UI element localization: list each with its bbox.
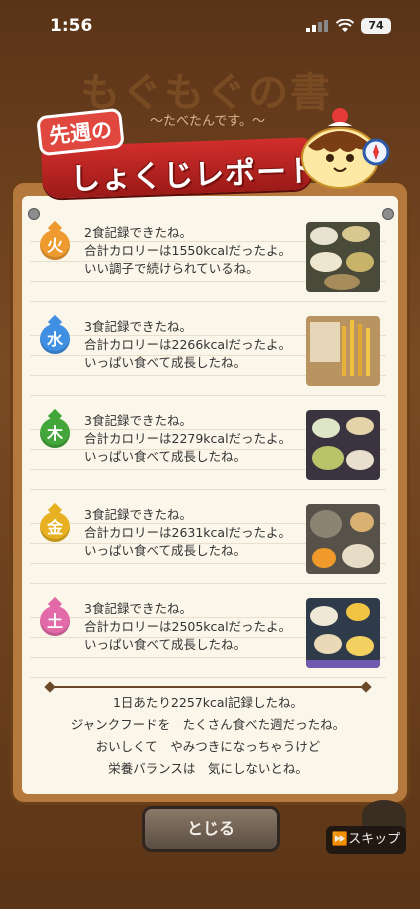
status-bar: 1:56 74 [0, 0, 420, 48]
summary-line: ジャンクフードを たくさん食べた週だったね。 [70, 717, 346, 732]
weekly-summary: 1日あたり2257kcal記録したね。 ジャンクフードを たくさん食べた週だった… [30, 686, 386, 786]
entry-text: 3食記録できたね。 合計カロリーは2505kcalだったよ。 いっぱい食べて成長… [84, 600, 291, 654]
day-badge: 火 [40, 220, 70, 264]
close-button[interactable]: とじる [142, 806, 280, 852]
day-badge: 金 [40, 502, 70, 546]
day-label: 金 [40, 512, 70, 542]
day-entry-fri: 金 3食記録できたね。 合計カロリーは2631kcalだったよ。 いっぱい食べて… [30, 502, 386, 588]
entry-line: いい調子で続けられているね。 [84, 261, 259, 276]
pudding-mascot-icon [301, 108, 390, 189]
skip-label: スキップ [348, 832, 401, 847]
screw-icon [382, 208, 394, 220]
day-label: 木 [40, 418, 70, 448]
skip-button[interactable]: ⏩スキップ [326, 826, 406, 854]
day-badge: 土 [40, 596, 70, 640]
summary-line: 栄養バランスは 気にしないとね。 [108, 761, 308, 776]
fast-forward-icon: ⏩ [331, 832, 349, 847]
entry-text: 3食記録できたね。 合計カロリーは2266kcalだったよ。 いっぱい食べて成長… [84, 318, 291, 372]
day-label: 土 [40, 606, 70, 636]
meal-photo[interactable] [306, 222, 380, 292]
day-entry-wed: 水 3食記録できたね。 合計カロリーは2266kcalだったよ。 いっぱい食べて… [30, 314, 386, 400]
day-badge: 水 [40, 314, 70, 358]
entry-line: いっぱい食べて成長したね。 [84, 637, 247, 652]
entry-text: 3食記録できたね。 合計カロリーは2631kcalだったよ。 いっぱい食べて成長… [84, 506, 291, 560]
day-label: 水 [40, 324, 70, 354]
entry-line: 合計カロリーは2279kcalだったよ。 [84, 431, 292, 446]
wifi-icon [336, 19, 354, 32]
entry-text: 3食記録できたね。 合計カロリーは2279kcalだったよ。 いっぱい食べて成長… [84, 412, 291, 466]
battery-level: 74 [368, 19, 384, 32]
entry-line: 合計カロリーは1550kcalだったよ。 [84, 243, 292, 258]
status-time: 1:56 [50, 16, 93, 36]
entry-text: 2食記録できたね。 合計カロリーは1550kcalだったよ。 いい調子で続けられ… [84, 224, 291, 278]
entry-line: 合計カロリーは2505kcalだったよ。 [84, 619, 292, 634]
screw-icon [28, 208, 40, 220]
day-label: 火 [40, 230, 70, 260]
cellular-signal-icon [306, 20, 328, 32]
day-entry-sat: 土 3食記録できたね。 合計カロリーは2505kcalだったよ。 いっぱい食べて… [30, 596, 386, 682]
entry-line: 合計カロリーは2266kcalだったよ。 [84, 337, 292, 352]
entry-line: いっぱい食べて成長したね。 [84, 543, 247, 558]
report-ribbon: 先週の しょくじレポート [30, 107, 320, 200]
entry-line: いっぱい食べて成長したね。 [84, 449, 247, 464]
entry-line: 3食記録できたね。 [84, 507, 192, 522]
day-entry-thu: 木 3食記録できたね。 合計カロリーは2279kcalだったよ。 いっぱい食べて… [30, 408, 386, 494]
meal-photo[interactable] [306, 504, 380, 574]
entry-line: 3食記録できたね。 [84, 319, 192, 334]
entry-line: 3食記録できたね。 [84, 601, 192, 616]
meal-photo[interactable] [306, 316, 380, 386]
entry-line: 2食記録できたね。 [84, 225, 192, 240]
entry-line: いっぱい食べて成長したね。 [84, 355, 247, 370]
summary-line: 1日あたり2257kcal記録したね。 [112, 695, 303, 710]
battery-icon: 74 [361, 18, 391, 34]
entry-line: 3食記録できたね。 [84, 413, 192, 428]
divider [50, 686, 366, 688]
meal-photo[interactable] [306, 410, 380, 480]
ribbon-title: しょくじレポート [69, 153, 319, 198]
summary-line: おいしくて やみつきになっちゃうけど [95, 739, 321, 754]
day-entry-tue: 火 2食記録できたね。 合計カロリーは1550kcalだったよ。 いい調子で続け… [30, 220, 386, 306]
entry-line: 合計カロリーは2631kcalだったよ。 [84, 525, 292, 540]
day-badge: 木 [40, 408, 70, 452]
meal-photo[interactable] [306, 598, 380, 668]
